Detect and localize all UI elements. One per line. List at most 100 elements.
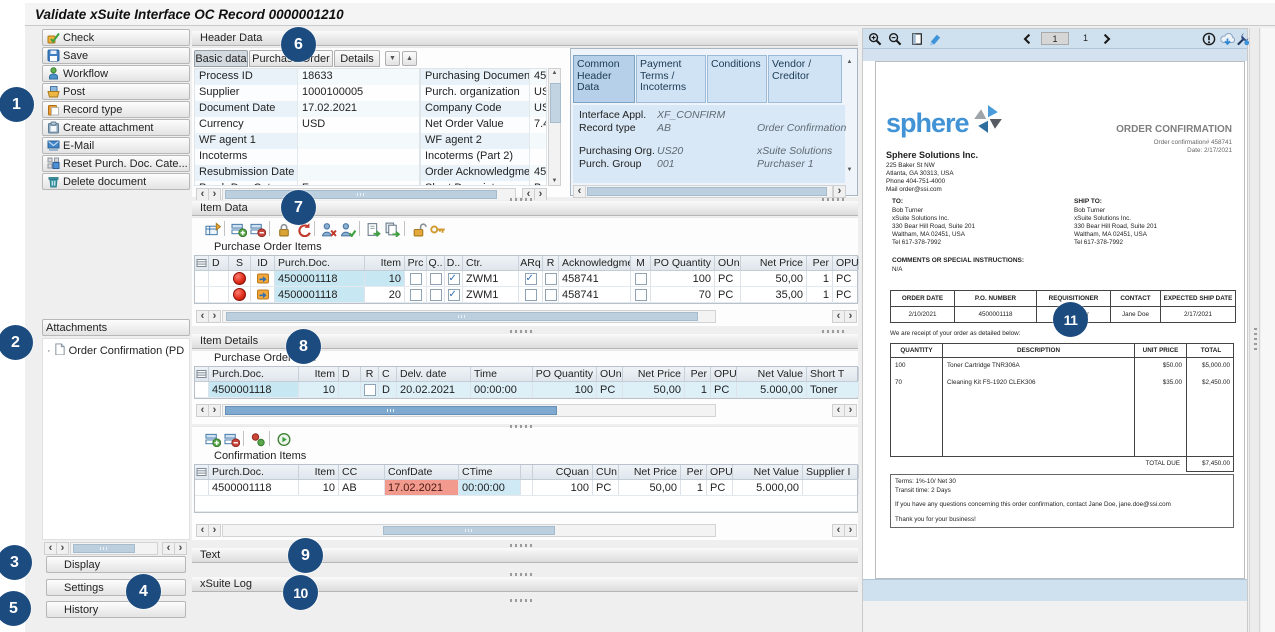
checkbox-m[interactable] <box>631 271 651 286</box>
previous-page-icon[interactable] <box>1019 31 1035 47</box>
sidebar-action-create-attachment[interactable]: Create attachment <box>42 119 190 136</box>
match-icon[interactable] <box>249 430 267 448</box>
display-button[interactable]: Display <box>46 556 186 573</box>
field-value[interactable]: US2 <box>530 101 546 117</box>
checkbox-r[interactable] <box>543 271 559 286</box>
checkbox-arq[interactable] <box>519 271 543 286</box>
zoom-in-icon[interactable] <box>867 31 883 47</box>
field-value[interactable] <box>298 165 419 181</box>
scroll-right-arrow[interactable]: › <box>844 404 857 417</box>
field-value[interactable]: 4500 <box>530 69 546 85</box>
table-settings-icon[interactable] <box>204 220 222 238</box>
sidebar-action-save[interactable]: Save <box>42 47 190 64</box>
scroll-up-button[interactable]: ▲ <box>402 51 417 66</box>
scroll-track[interactable] <box>70 542 158 555</box>
scroll-thumb[interactable] <box>383 526 555 535</box>
scroll-track[interactable] <box>585 185 833 198</box>
field-value[interactable]: 7.45 <box>530 117 546 133</box>
scroll-thumb[interactable] <box>73 544 135 553</box>
sidebar-action-e-mail[interactable]: E-Mail <box>42 137 190 154</box>
row-selector[interactable] <box>195 271 209 286</box>
remove-row-icon[interactable] <box>223 430 241 448</box>
scroll-thumb[interactable] <box>226 312 698 321</box>
field-value[interactable]: 4587 <box>530 165 546 181</box>
checkbox-d[interactable] <box>445 271 463 286</box>
checkbox-prc[interactable] <box>405 287 427 302</box>
field-value[interactable] <box>530 133 546 149</box>
fit-page-icon[interactable] <box>909 31 925 47</box>
row-selector[interactable] <box>195 287 209 302</box>
splitter-handle[interactable] <box>822 330 846 333</box>
transfer-doc-icon[interactable] <box>365 220 383 238</box>
approve-person-icon[interactable] <box>339 220 357 238</box>
tab-basic-data[interactable]: Basic data <box>194 50 248 67</box>
add-row-icon[interactable] <box>230 220 248 238</box>
scroll-thumb[interactable] <box>587 187 827 196</box>
scroll-right-arrow[interactable]: › <box>208 524 221 537</box>
attachments-header[interactable]: Attachments <box>42 319 190 336</box>
splitter-handle[interactable] <box>510 198 534 201</box>
scroll-down-arrow[interactable]: ▼ <box>549 178 560 184</box>
scroll-right-arrow[interactable]: › <box>844 524 857 537</box>
sidebar-action-reset-purch-doc-cate[interactable]: Reset Purch. Doc. Cate... <box>42 155 190 172</box>
splitter-handle[interactable] <box>510 330 534 333</box>
scroll-right-arrow[interactable]: › <box>56 542 69 555</box>
zoom-out-icon[interactable] <box>887 31 903 47</box>
checkbox-r[interactable] <box>543 287 559 302</box>
field-value[interactable]: US2 <box>530 85 546 101</box>
splitter-handle[interactable] <box>510 573 534 576</box>
tab-common-header-data[interactable]: Common Header Data <box>573 55 635 103</box>
field-value[interactable] <box>298 149 419 165</box>
alert-icon[interactable] <box>1201 31 1217 47</box>
splitter-handle[interactable] <box>510 599 534 602</box>
id-icon[interactable] <box>251 287 275 302</box>
splitter-handle[interactable] <box>510 425 534 428</box>
field-value[interactable]: USD <box>298 117 419 133</box>
field-value[interactable]: 17.02.2021 <box>298 101 419 117</box>
field-value[interactable] <box>530 149 546 165</box>
scroll-right-arrow[interactable]: › <box>208 310 221 323</box>
checkbox-arq[interactable] <box>519 287 543 302</box>
scroll-thumb[interactable] <box>225 406 557 415</box>
field-value[interactable]: 18633 <box>298 69 419 85</box>
splitter-handle[interactable] <box>510 544 534 547</box>
execute-icon[interactable] <box>275 430 293 448</box>
table-row[interactable]: 450000111810D20.02.202100:00:00100PC50,0… <box>195 382 857 398</box>
field-value[interactable] <box>298 133 419 149</box>
tab-details[interactable]: Details <box>334 50 380 67</box>
field-value[interactable]: B <box>530 181 546 186</box>
scroll-track[interactable] <box>222 524 716 537</box>
scroll-down-button[interactable]: ▼ <box>385 51 400 66</box>
tab-conditions[interactable]: Conditions <box>707 55 767 103</box>
table-row[interactable]: 450000111810ZWM1458741100PC50,001PC <box>195 271 857 287</box>
field-value[interactable]: 1000100005 <box>298 85 419 101</box>
scroll-right-arrow[interactable]: › <box>833 185 846 198</box>
sidebar-action-workflow[interactable]: Workflow <box>42 65 190 82</box>
tab-payment-terms[interactable]: Payment Terms / Incoterms <box>636 55 706 103</box>
checkbox-r[interactable] <box>361 382 379 397</box>
splitter-handle[interactable] <box>822 198 846 201</box>
scroll-track[interactable] <box>222 404 716 417</box>
reject-person-icon[interactable] <box>320 220 338 238</box>
settings-button[interactable]: Settings <box>46 579 186 596</box>
sidebar-action-check[interactable]: Check <box>42 29 190 46</box>
page-number-input[interactable]: 1 <box>1041 32 1069 45</box>
remove-row-icon[interactable] <box>249 220 267 238</box>
scroll-right-arrow[interactable]: › <box>208 404 221 417</box>
transfer-all-icon[interactable] <box>384 220 402 238</box>
checkbox-d[interactable] <box>445 287 463 302</box>
checkbox-prc[interactable] <box>405 271 427 286</box>
fields-vscrollbar[interactable]: ▲ ▼ <box>548 68 561 186</box>
highlighter-icon[interactable] <box>927 31 943 47</box>
id-icon[interactable] <box>251 271 275 286</box>
history-button[interactable]: History <box>46 601 186 618</box>
sidebar-action-post[interactable]: Post <box>42 83 190 100</box>
attachment-item[interactable]: · Order Confirmation (PD <box>43 339 189 358</box>
scroll-thumb[interactable] <box>550 83 561 123</box>
key-icon[interactable] <box>429 220 447 238</box>
table-row[interactable]: 450000111820ZWM145874170PC35,001PC <box>195 287 857 303</box>
scroll-right-arrow[interactable]: › <box>174 542 187 555</box>
panel-splitter[interactable] <box>1249 28 1260 632</box>
sidebar-action-record-type[interactable]: Record type <box>42 101 190 118</box>
checkbox-q[interactable] <box>427 271 445 286</box>
